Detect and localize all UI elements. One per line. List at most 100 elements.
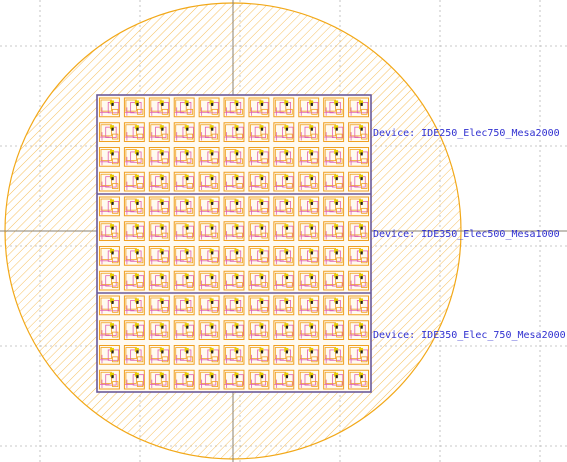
die-ide-mark (285, 127, 289, 131)
die-ide-mark (285, 276, 289, 280)
die-ide-mark (260, 177, 264, 181)
die-ide-mark (310, 276, 313, 280)
die-ide-mark (235, 177, 239, 181)
die-ide-mark (260, 276, 264, 280)
die-ide-mark (235, 300, 239, 304)
die-ide-mark (161, 251, 164, 255)
die-ide-mark (335, 350, 338, 354)
die-ide-mark (186, 201, 189, 205)
die-ide-mark (211, 226, 214, 230)
die-ide-mark (211, 127, 214, 131)
die-ide-mark (211, 375, 214, 379)
device-label-ide350-elec750-mesa2000[interactable]: Device: IDE350_Elec_750_Mesa2000 (373, 330, 566, 342)
die-ide-mark (186, 375, 189, 379)
die-ide-mark (136, 300, 139, 304)
die-ide-mark (335, 375, 338, 379)
die-ide-mark (136, 325, 139, 329)
die-ide-mark (285, 251, 289, 255)
die-ide-mark (285, 177, 289, 181)
die-ide-mark (211, 177, 214, 181)
die-ide-mark (161, 325, 164, 329)
die-ide-mark (186, 300, 189, 304)
die-ide-mark (285, 102, 289, 106)
die-ide-mark (211, 251, 214, 255)
die-ide-mark (111, 102, 114, 106)
die-ide-mark (310, 251, 313, 255)
die-ide-mark (360, 375, 363, 379)
die-ide-mark (335, 102, 338, 106)
die-ide-mark (360, 251, 363, 255)
die-ide-mark (335, 127, 338, 131)
die-ide-mark (285, 325, 289, 329)
die-ide-mark (161, 350, 164, 354)
die-ide-mark (285, 350, 289, 354)
device-label-ide250-elec750-mesa2000[interactable]: Device: IDE250_Elec750_Mesa2000 (373, 128, 560, 140)
die-ide-mark (211, 350, 214, 354)
die-ide-mark (310, 300, 313, 304)
die-ide-mark (136, 152, 139, 156)
die-ide-mark (310, 102, 313, 106)
die-ide-mark (136, 375, 139, 379)
die-ide-mark (111, 375, 114, 379)
die-ide-mark (186, 276, 189, 280)
die-ide-mark (235, 152, 239, 156)
layout-canvas[interactable]: Device: IDE250_Elec750_Mesa2000 Device: … (0, 0, 567, 462)
die-ide-mark (335, 251, 338, 255)
die-ide-mark (260, 325, 264, 329)
die-ide-mark (335, 201, 338, 205)
die-ide-mark (260, 127, 264, 131)
die-ide-mark (161, 375, 164, 379)
die-ide-mark (285, 375, 289, 379)
die-ide-mark (136, 177, 139, 181)
die-ide-mark (111, 300, 114, 304)
die-ide-mark (186, 251, 189, 255)
die-ide-mark (136, 276, 139, 280)
die-ide-mark (186, 177, 189, 181)
die-ide-mark (360, 127, 363, 131)
die-ide-mark (186, 127, 189, 131)
die-ide-mark (310, 375, 313, 379)
die-ide-mark (211, 300, 214, 304)
die-ide-mark (235, 375, 239, 379)
die-ide-mark (235, 350, 239, 354)
die-ide-mark (111, 276, 114, 280)
die-ide-mark (111, 226, 114, 230)
die-ide-mark (136, 127, 139, 131)
die-ide-mark (186, 102, 189, 106)
device-label-ide350-elec500-mesa1000[interactable]: Device: IDE350_Elec500_Mesa1000 (373, 229, 560, 241)
die-ide-mark (211, 152, 214, 156)
die-ide-mark (161, 177, 164, 181)
die-ide-mark (186, 350, 189, 354)
die-ide-mark (111, 177, 114, 181)
die-ide-mark (161, 102, 164, 106)
die-ide-mark (335, 300, 338, 304)
die-ide-mark (360, 300, 363, 304)
die-ide-mark (161, 300, 164, 304)
die-ide-mark (161, 127, 164, 131)
die-ide-mark (260, 226, 264, 230)
die-ide-mark (310, 127, 313, 131)
die-array[interactable] (97, 95, 371, 392)
die-ide-mark (360, 201, 363, 205)
die-ide-mark (285, 226, 289, 230)
die-ide-mark (111, 325, 114, 329)
die-ide-mark (260, 300, 264, 304)
die-ide-mark (186, 152, 189, 156)
die-ide-mark (111, 350, 114, 354)
die-ide-mark (335, 325, 338, 329)
die-ide-mark (111, 251, 114, 255)
die-ide-mark (360, 226, 363, 230)
die-ide-mark (186, 226, 189, 230)
die-ide-mark (260, 102, 264, 106)
die-ide-mark (235, 127, 239, 131)
die-ide-mark (161, 152, 164, 156)
die-ide-mark (260, 375, 264, 379)
die-ide-mark (260, 152, 264, 156)
die-ide-mark (161, 201, 164, 205)
die-ide-mark (310, 350, 313, 354)
die-ide-mark (211, 102, 214, 106)
die-ide-mark (136, 102, 139, 106)
die-ide-mark (360, 102, 363, 106)
die-ide-mark (111, 152, 114, 156)
die-ide-mark (235, 325, 239, 329)
